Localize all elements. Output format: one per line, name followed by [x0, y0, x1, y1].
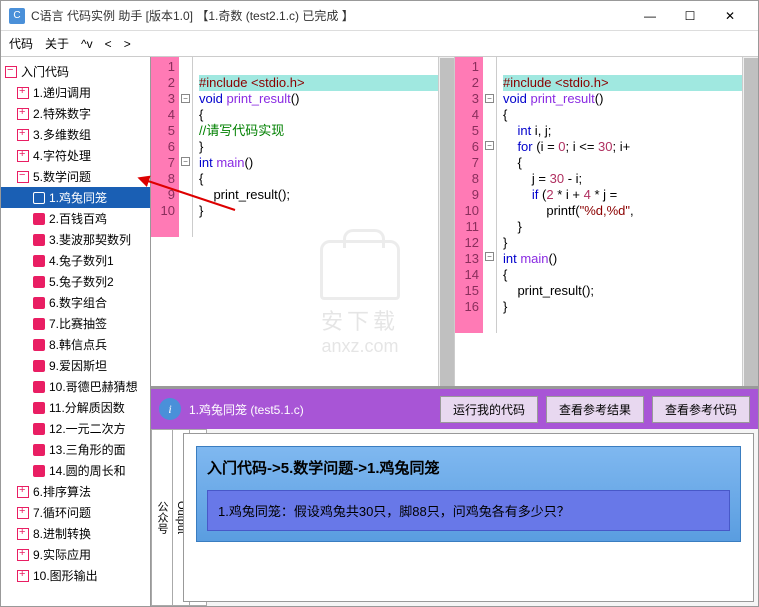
- titlebar[interactable]: C C语言 代码实例 助手 [版本1.0] 【1.奇数 (test2.1.c) …: [1, 1, 758, 31]
- collapse-icon[interactable]: [17, 150, 29, 162]
- editor-right[interactable]: 12345678910111213141516 − − − #include <…: [455, 57, 758, 386]
- menu-prev[interactable]: <: [105, 37, 112, 51]
- info-icon: i: [159, 398, 181, 420]
- collapse-icon[interactable]: [17, 87, 29, 99]
- tree-leaf[interactable]: 4.兔子数列1: [1, 250, 150, 271]
- collapse-icon[interactable]: [17, 507, 29, 519]
- maximize-button[interactable]: ☐: [670, 2, 710, 30]
- tree-node[interactable]: 9.实际应用: [1, 544, 150, 565]
- collapse-icon[interactable]: [17, 108, 29, 120]
- main-area: 入门代码 1.递归调用 2.特殊数字 3.多维数组 4.字符处理 5.数学问题 …: [1, 57, 758, 606]
- content-panel[interactable]: 入门代码->5.数学问题->1.鸡兔同笼 1.鸡兔同笼：假设鸡兔共30只，脚88…: [183, 433, 754, 602]
- question-box: 1.鸡兔同笼：假设鸡兔共30只，脚88只，问鸡兔各有多少只？: [207, 490, 730, 531]
- leaf-icon: [33, 234, 45, 246]
- menu-code[interactable]: 代码: [9, 35, 33, 52]
- question-text: 1.鸡兔同笼：假设鸡兔共30只，脚88只，问鸡兔各有多少只？: [218, 501, 719, 520]
- scrollbar-vertical[interactable]: [438, 57, 454, 386]
- vertical-tabs: 公众号 Output Help: [151, 429, 179, 606]
- collapse-icon[interactable]: [17, 486, 29, 498]
- info-area: 公众号 Output Help 入门代码->5.数学问题->1.鸡兔同笼 1.鸡…: [151, 429, 758, 606]
- view-code-button[interactable]: 查看参考代码: [652, 396, 750, 423]
- menu-caret[interactable]: ^v: [81, 37, 93, 51]
- breadcrumb-box: 入门代码->5.数学问题->1.鸡兔同笼 1.鸡兔同笼：假设鸡兔共30只，脚88…: [196, 446, 741, 542]
- leaf-icon: [33, 213, 45, 225]
- tree-leaf[interactable]: 11.分解质因数: [1, 397, 150, 418]
- scrollbar-vertical[interactable]: [742, 57, 758, 386]
- tree-leaf[interactable]: 3.斐波那契数列: [1, 229, 150, 250]
- line-gutter: 12345678910111213141516: [455, 57, 483, 333]
- fold-column[interactable]: − − −: [483, 57, 497, 333]
- tree-node[interactable]: 3.多维数组: [1, 124, 150, 145]
- titlebar-text: C语言 代码实例 助手 [版本1.0] 【1.奇数 (test2.1.c) 已完…: [31, 7, 630, 24]
- leaf-icon: [33, 465, 45, 477]
- view-result-button[interactable]: 查看参考结果: [546, 396, 644, 423]
- breadcrumb: 入门代码->5.数学问题->1.鸡兔同笼: [207, 457, 730, 478]
- leaf-icon: [33, 318, 45, 330]
- code-text[interactable]: #include <stdio.h> void print_result() {…: [193, 57, 454, 237]
- editor-left[interactable]: 12345678910 − − #include <stdio.h> void …: [151, 57, 455, 386]
- run-code-button[interactable]: 运行我的代码: [440, 396, 538, 423]
- tree-leaf[interactable]: 8.韩信点兵: [1, 334, 150, 355]
- tree-root[interactable]: 入门代码: [1, 61, 150, 82]
- app-icon: C: [9, 8, 25, 24]
- fold-column[interactable]: − −: [179, 57, 193, 237]
- leaf-icon: [33, 276, 45, 288]
- collapse-icon[interactable]: [17, 129, 29, 141]
- collapse-icon[interactable]: [17, 549, 29, 561]
- tree-node[interactable]: 2.特殊数字: [1, 103, 150, 124]
- code-text[interactable]: #include <stdio.h> void print_result() {…: [497, 57, 758, 333]
- tree-node[interactable]: 6.排序算法: [1, 481, 150, 502]
- current-file-label: 1.鸡兔同笼 (test5.1.c): [189, 401, 432, 418]
- leaf-icon: [33, 255, 45, 267]
- tree-leaf[interactable]: 7.比赛抽签: [1, 313, 150, 334]
- tree-node[interactable]: 8.进制转换: [1, 523, 150, 544]
- leaf-icon: [33, 444, 45, 456]
- leaf-icon: [33, 297, 45, 309]
- menu-about[interactable]: 关于: [45, 35, 69, 52]
- tree-leaf[interactable]: 14.圆的周长和: [1, 460, 150, 481]
- minimize-button[interactable]: —: [630, 2, 670, 30]
- tree-leaf[interactable]: 12.一元二次方: [1, 418, 150, 439]
- leaf-icon: [33, 423, 45, 435]
- app-window: C C语言 代码实例 助手 [版本1.0] 【1.奇数 (test2.1.c) …: [0, 0, 759, 607]
- bottom-panel: i 1.鸡兔同笼 (test5.1.c) 运行我的代码 查看参考结果 查看参考代…: [151, 387, 758, 606]
- close-button[interactable]: ✕: [710, 2, 750, 30]
- tree-node[interactable]: 10.图形输出: [1, 565, 150, 586]
- expand-icon[interactable]: [5, 66, 17, 78]
- tree-leaf[interactable]: 13.三角形的面: [1, 439, 150, 460]
- collapse-icon[interactable]: [17, 528, 29, 540]
- tree-leaf-selected[interactable]: 1.鸡兔同笼: [1, 187, 150, 208]
- tree-node[interactable]: 7.循环问题: [1, 502, 150, 523]
- leaf-icon: [33, 360, 45, 372]
- sidebar-tree[interactable]: 入门代码 1.递归调用 2.特殊数字 3.多维数组 4.字符处理 5.数学问题 …: [1, 57, 151, 606]
- tree-node[interactable]: 5.数学问题: [1, 166, 150, 187]
- vtab-wechat[interactable]: 公众号: [151, 429, 173, 606]
- tree-node[interactable]: 4.字符处理: [1, 145, 150, 166]
- line-gutter: 12345678910: [151, 57, 179, 237]
- window-controls: — ☐ ✕: [630, 2, 750, 30]
- tree-leaf[interactable]: 2.百钱百鸡: [1, 208, 150, 229]
- leaf-icon: [33, 192, 45, 204]
- leaf-icon: [33, 339, 45, 351]
- leaf-icon: [33, 402, 45, 414]
- editors-row: 12345678910 − − #include <stdio.h> void …: [151, 57, 758, 387]
- tree-leaf[interactable]: 10.哥德巴赫猜想: [1, 376, 150, 397]
- menubar: 代码 关于 ^v < >: [1, 31, 758, 57]
- tree-leaf[interactable]: 9.爱因斯坦: [1, 355, 150, 376]
- expand-icon[interactable]: [17, 171, 29, 183]
- right-area: 12345678910 − − #include <stdio.h> void …: [151, 57, 758, 606]
- menu-next[interactable]: >: [124, 37, 131, 51]
- collapse-icon[interactable]: [17, 570, 29, 582]
- tree-leaf[interactable]: 6.数字组合: [1, 292, 150, 313]
- leaf-icon: [33, 381, 45, 393]
- tree-leaf[interactable]: 5.兔子数列2: [1, 271, 150, 292]
- tree-node[interactable]: 1.递归调用: [1, 82, 150, 103]
- status-bar: i 1.鸡兔同笼 (test5.1.c) 运行我的代码 查看参考结果 查看参考代…: [151, 389, 758, 429]
